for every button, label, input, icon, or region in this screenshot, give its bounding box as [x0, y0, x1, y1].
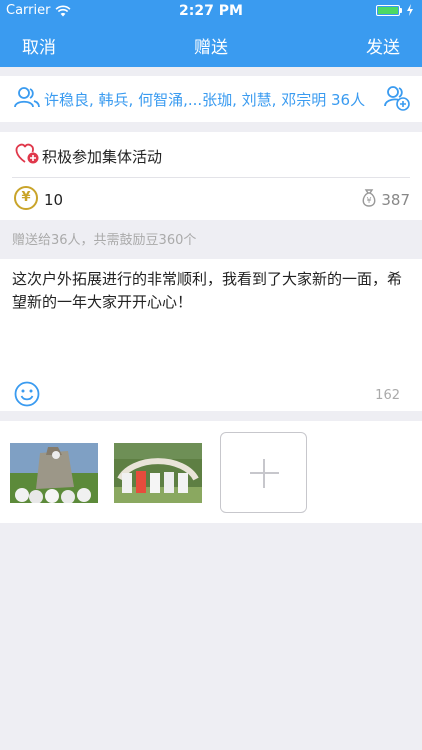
status-time: 2:27 PM — [179, 3, 243, 19]
battery-icon — [376, 4, 400, 16]
page-title: 赠送 — [194, 38, 228, 58]
svg-text:¥: ¥ — [366, 196, 371, 205]
message-panel[interactable]: 这次户外拓展进行的非常顺利，我看到了大家新的一面，希望新的一年大家开开心心！ 1… — [0, 259, 422, 411]
heart-plus-icon — [15, 143, 39, 164]
divider — [12, 177, 410, 178]
char-count: 162 — [375, 388, 400, 403]
recipients-label: 许稳良, 韩兵, 何智涌,...张珈, 刘慧, 邓宗明 36人 — [44, 91, 366, 109]
people-icon — [14, 87, 40, 108]
photos-panel — [0, 421, 422, 523]
status-bar: Carrier 2:27 PM — [0, 0, 422, 22]
photo-thumbnail[interactable] — [114, 443, 202, 503]
activity-panel: 积极参加集体活动 ¥ 10 ¥ 387 — [0, 132, 422, 220]
amount-value[interactable]: 10 — [44, 191, 63, 209]
balance-value: 387 — [381, 191, 410, 209]
recipients-row[interactable]: 许稳良, 韩兵, 何智涌,...张珈, 刘慧, 邓宗明 36人 — [0, 76, 422, 122]
money-bag-icon: ¥ — [362, 189, 376, 207]
add-person-icon[interactable] — [384, 85, 410, 111]
smiley-icon[interactable] — [14, 381, 40, 407]
add-photo-button[interactable] — [220, 432, 307, 513]
summary-text: 赠送给36人，共需鼓励豆360个 — [12, 233, 197, 248]
message-input[interactable]: 这次户外拓展进行的非常顺利，我看到了大家新的一面，希望新的一年大家开开心心！ — [12, 268, 410, 314]
charging-icon — [407, 4, 413, 16]
send-button[interactable]: 发送 — [366, 33, 400, 58]
battery-cap — [400, 7, 402, 13]
header: Carrier 2:27 PM 取消 赠送 发送 — [0, 0, 422, 67]
yen-coin-icon: ¥ — [14, 186, 38, 210]
activity-name[interactable]: 积极参加集体活动 — [42, 146, 162, 167]
battery-area — [376, 4, 414, 16]
cancel-button[interactable]: 取消 — [22, 33, 56, 58]
photo-thumbnail[interactable] — [10, 443, 98, 503]
